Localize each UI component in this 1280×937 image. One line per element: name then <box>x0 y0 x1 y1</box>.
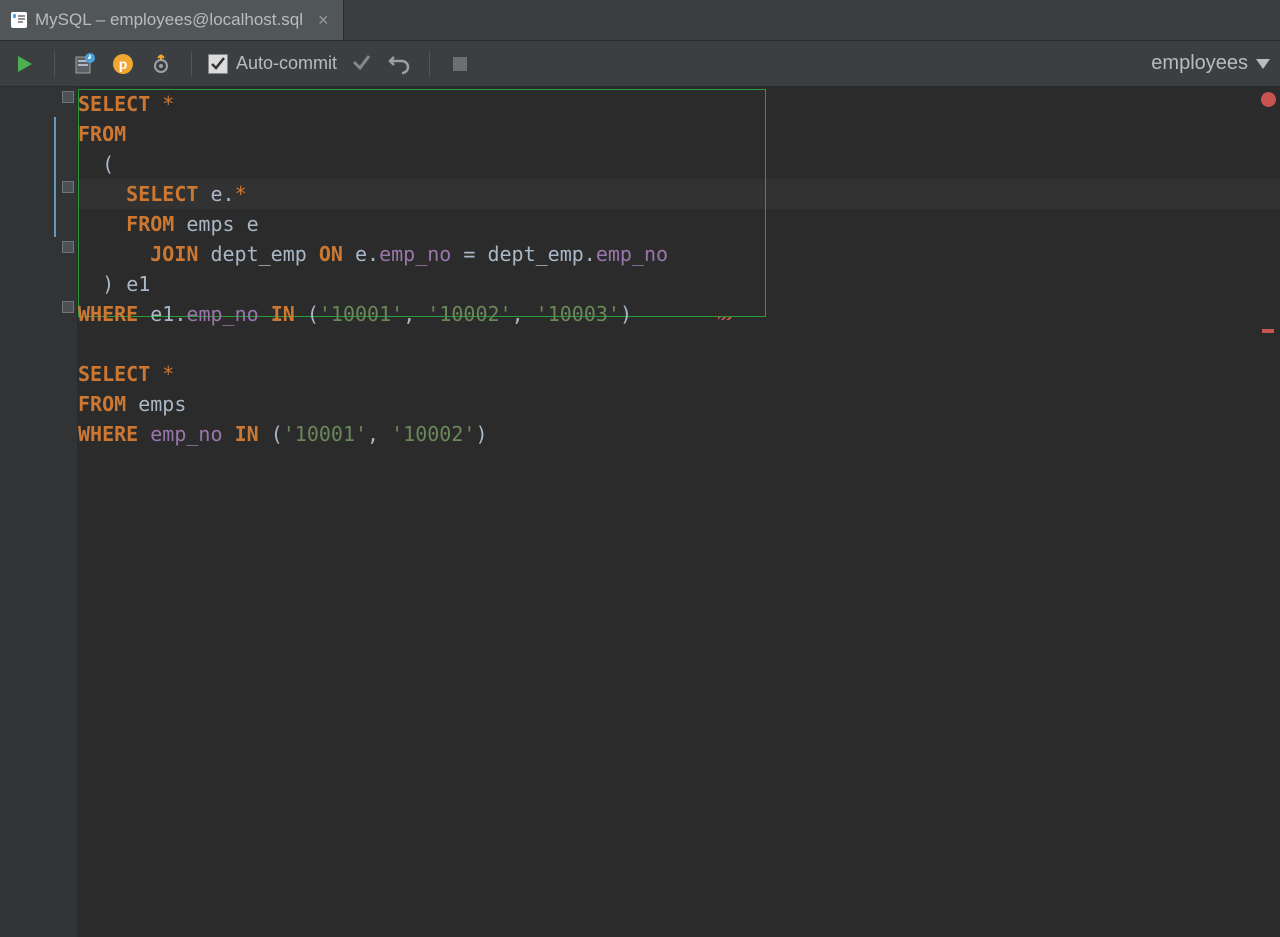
fold-handle[interactable] <box>62 181 74 193</box>
code-line[interactable]: JOIN dept_emp ON e.emp_no = dept_emp.emp… <box>78 239 668 269</box>
code-line[interactable]: FROM emps e <box>78 209 259 239</box>
commit-button[interactable] <box>347 50 375 78</box>
fold-handle[interactable] <box>62 91 74 103</box>
toolbar: p Auto-commit employees <box>0 41 1280 87</box>
code-line[interactable]: SELECT * <box>78 89 174 119</box>
svg-text:p: p <box>119 56 128 72</box>
code-line[interactable]: FROM emps <box>78 389 186 419</box>
sql-file-icon <box>10 11 28 29</box>
separator <box>191 51 192 77</box>
code-line[interactable]: SELECT e.* <box>78 179 247 209</box>
checkbox-icon <box>208 54 228 74</box>
code-line[interactable]: SELECT * <box>78 359 174 389</box>
separator <box>429 51 430 77</box>
error-squiggle <box>718 317 732 320</box>
code-line[interactable]: WHERE e1.emp_no IN ('10001', '10002', '1… <box>78 299 632 329</box>
separator <box>54 51 55 77</box>
code-line[interactable]: FROM <box>78 119 126 149</box>
tab-title: MySQL – employees@localhost.sql <box>35 10 303 30</box>
error-stripe-mark[interactable] <box>1262 329 1274 333</box>
code-line[interactable]: ( <box>78 149 114 179</box>
rollback-button[interactable] <box>385 50 413 78</box>
editor-area: SELECT *FROM ( SELECT e.* FROM emps e JO… <box>0 87 1280 937</box>
database-selected-label: employees <box>1151 52 1248 75</box>
database-selector[interactable]: employees <box>1151 52 1270 75</box>
fold-handle[interactable] <box>62 241 74 253</box>
caret-line-highlight <box>78 179 1280 209</box>
code-line[interactable]: WHERE emp_no IN ('10001', '10002') <box>78 419 487 449</box>
gutter-indent-guide <box>54 117 56 237</box>
error-stripe[interactable] <box>1262 89 1278 937</box>
run-button[interactable] <box>10 50 38 78</box>
error-indicator-icon[interactable] <box>1261 92 1276 107</box>
stop-button[interactable] <box>446 50 474 78</box>
autocommit-label: Auto-commit <box>236 53 337 74</box>
explain-plan-button[interactable] <box>71 50 99 78</box>
autocommit-toggle[interactable]: Auto-commit <box>208 53 337 74</box>
code-editor[interactable]: SELECT *FROM ( SELECT e.* FROM emps e JO… <box>78 87 1280 937</box>
file-tab[interactable]: MySQL – employees@localhost.sql × <box>0 0 344 40</box>
parameters-button[interactable]: p <box>109 50 137 78</box>
gutter[interactable] <box>0 87 78 937</box>
chevron-down-icon <box>1256 59 1270 69</box>
settings-button[interactable] <box>147 50 175 78</box>
tab-bar: MySQL – employees@localhost.sql × <box>0 0 1280 41</box>
fold-handle[interactable] <box>62 301 74 313</box>
code-line[interactable]: ) e1 <box>78 269 150 299</box>
tab-close-button[interactable]: × <box>315 11 332 29</box>
